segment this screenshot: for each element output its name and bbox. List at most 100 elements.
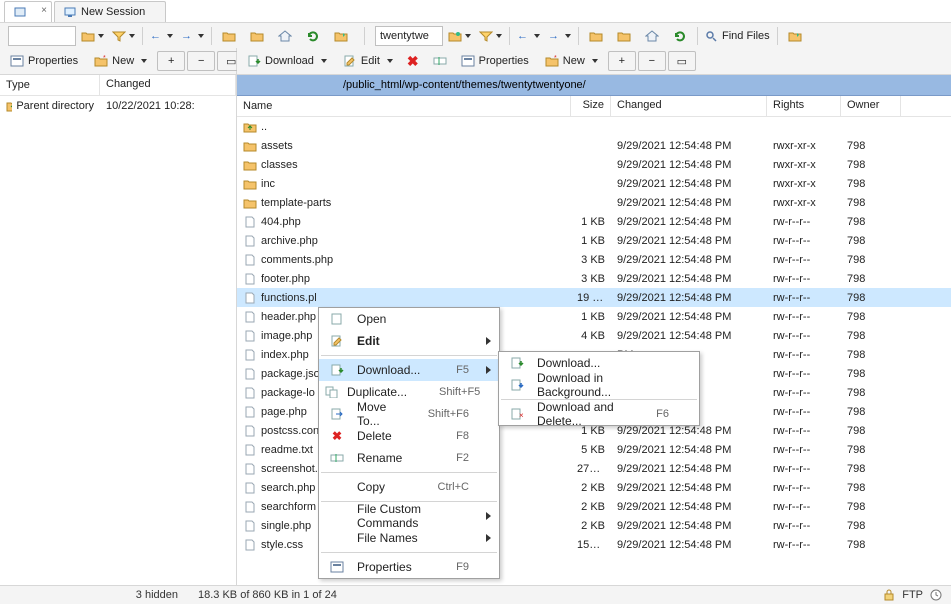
- download-icon: [505, 357, 529, 369]
- session-tab-active[interactable]: ×: [4, 1, 52, 22]
- filter-button[interactable]: [109, 26, 138, 46]
- remote-bookmark-button[interactable]: [782, 26, 808, 46]
- table-row[interactable]: archive.php1 KB9/29/2021 12:54:48 PMrw-r…: [237, 231, 951, 250]
- col-size[interactable]: Size: [571, 96, 611, 116]
- remote-home-button[interactable]: [639, 26, 665, 46]
- local-pane: Properties * New + − ▭ Type Changed Pare…: [0, 48, 237, 586]
- rename-icon: [325, 452, 349, 464]
- remote-back-button[interactable]: ←: [514, 26, 543, 46]
- remote-select-button[interactable]: ▭: [668, 51, 696, 71]
- table-row[interactable]: comments.php3 KB9/29/2021 12:54:48 PMrw-…: [237, 250, 951, 269]
- remote-new-button[interactable]: * New: [539, 51, 604, 71]
- remote-parent-folder-button[interactable]: [583, 26, 609, 46]
- separator: [321, 552, 497, 553]
- move-icon: [325, 408, 349, 420]
- remote-refresh-button[interactable]: [667, 26, 693, 46]
- local-properties-button[interactable]: Properties: [4, 51, 84, 71]
- download-icon: [325, 364, 349, 376]
- close-icon[interactable]: ×: [41, 5, 47, 16]
- new-icon: *: [545, 55, 559, 67]
- ctx-filenames[interactable]: File Names: [319, 527, 499, 549]
- ctx-edit[interactable]: Edit: [319, 330, 499, 352]
- edit-icon: [325, 335, 349, 347]
- forward-button[interactable]: →: [178, 26, 207, 46]
- col-name[interactable]: Name: [237, 96, 571, 116]
- svg-text:×: ×: [519, 411, 524, 420]
- remote-root-folder-button[interactable]: [611, 26, 637, 46]
- ctx-moveto[interactable]: Move To... Shift+F6: [319, 403, 499, 425]
- table-row[interactable]: functions.pl19 KB9/29/2021 12:54:48 PMrw…: [237, 288, 951, 307]
- clock-icon: [929, 588, 943, 602]
- ctx-custom-commands[interactable]: File Custom Commands: [319, 505, 499, 527]
- status-summary: 18.3 KB of 860 KB in 1 of 24: [198, 589, 337, 601]
- chevron-right-icon: [486, 337, 491, 345]
- back-button[interactable]: ←: [147, 26, 176, 46]
- col-owner[interactable]: Owner: [841, 96, 901, 116]
- sub-download-background[interactable]: Download in Background...: [499, 374, 699, 396]
- find-files-button[interactable]: Find Files: [702, 26, 773, 46]
- local-actionbar: Properties * New + − ▭: [0, 48, 236, 75]
- status-hidden: 3 hidden: [8, 589, 178, 601]
- col-changed[interactable]: Changed: [611, 96, 767, 116]
- remote-open-folder-button[interactable]: [445, 26, 474, 46]
- duplicate-icon: [325, 386, 339, 398]
- navigation-toolbar: ← → twentytwe ← → Find Files: [0, 23, 951, 50]
- col-changed[interactable]: Changed: [100, 75, 236, 95]
- root-folder-button[interactable]: [244, 26, 270, 46]
- chevron-right-icon: [486, 512, 491, 520]
- svg-text:*: *: [103, 55, 106, 62]
- table-row[interactable]: classes9/29/2021 12:54:48 PMrwxr-xr-x798: [237, 155, 951, 174]
- ctx-rename[interactable]: Rename F2: [319, 447, 499, 469]
- parent-folder-button[interactable]: [216, 26, 242, 46]
- download-delete-icon: ×: [505, 408, 529, 420]
- remote-actionbar: Download Edit ✖ Properties * New + − ▭: [237, 48, 951, 75]
- sub-download-delete[interactable]: × Download and Delete... F6: [499, 403, 699, 425]
- open-folder-button[interactable]: [78, 26, 107, 46]
- refresh-button[interactable]: [300, 26, 326, 46]
- ctx-download[interactable]: Download... F5: [319, 359, 499, 381]
- ctx-duplicate[interactable]: Duplicate... Shift+F5: [319, 381, 499, 403]
- properties-icon: [325, 561, 349, 573]
- col-rights[interactable]: Rights: [767, 96, 841, 116]
- download-submenu: Download... Download in Background... × …: [498, 351, 700, 426]
- table-row[interactable]: 404.php1 KB9/29/2021 12:54:48 PMrw-r--r-…: [237, 212, 951, 231]
- home-button[interactable]: [272, 26, 298, 46]
- session-tab-new[interactable]: New Session: [54, 1, 166, 22]
- table-row[interactable]: footer.php3 KB9/29/2021 12:54:48 PMrw-r-…: [237, 269, 951, 288]
- local-address-input[interactable]: [8, 26, 76, 46]
- rename-button[interactable]: [427, 51, 453, 71]
- bookmark-button[interactable]: [328, 26, 354, 46]
- remote-filter-button[interactable]: [476, 26, 505, 46]
- delete-button[interactable]: ✖: [401, 51, 425, 71]
- remote-properties-button[interactable]: Properties: [455, 51, 535, 71]
- table-row[interactable]: inc9/29/2021 12:54:48 PMrwxr-xr-x798: [237, 174, 951, 193]
- table-row[interactable]: ..: [237, 117, 951, 136]
- separator: [321, 472, 497, 473]
- local-minus-button[interactable]: −: [187, 51, 215, 71]
- ctx-open[interactable]: Open: [319, 308, 499, 330]
- remote-address-input[interactable]: twentytwe: [375, 26, 443, 46]
- local-plus-button[interactable]: +: [157, 51, 185, 71]
- download-icon: [247, 55, 261, 67]
- download-button[interactable]: Download: [241, 51, 333, 71]
- ctx-properties[interactable]: Properties F9: [319, 556, 499, 578]
- local-new-button[interactable]: * New: [88, 51, 153, 71]
- monitor-icon: [63, 5, 77, 19]
- remote-plus-button[interactable]: +: [608, 51, 636, 71]
- status-protocol: FTP: [902, 589, 923, 601]
- lock-icon: [882, 588, 896, 602]
- context-menu: Open Edit Download... F5 Duplicate... Sh…: [318, 307, 500, 579]
- local-file-list[interactable]: Parent directory10/22/2021 10:28:: [0, 96, 236, 586]
- session-icon: [13, 5, 27, 19]
- ctx-copy[interactable]: Copy Ctrl+C: [319, 476, 499, 498]
- list-item[interactable]: Parent directory10/22/2021 10:28:: [0, 96, 236, 115]
- edit-button[interactable]: Edit: [337, 51, 399, 71]
- remote-minus-button[interactable]: −: [638, 51, 666, 71]
- open-icon: [325, 313, 349, 325]
- table-row[interactable]: assets9/29/2021 12:54:48 PMrwxr-xr-x798: [237, 136, 951, 155]
- col-type[interactable]: Type: [0, 75, 100, 95]
- remote-path[interactable]: /public_html/wp-content/themes/twentytwe…: [237, 75, 951, 96]
- remote-forward-button[interactable]: →: [545, 26, 574, 46]
- ctx-delete[interactable]: ✖ Delete F8: [319, 425, 499, 447]
- table-row[interactable]: template-parts9/29/2021 12:54:48 PMrwxr-…: [237, 193, 951, 212]
